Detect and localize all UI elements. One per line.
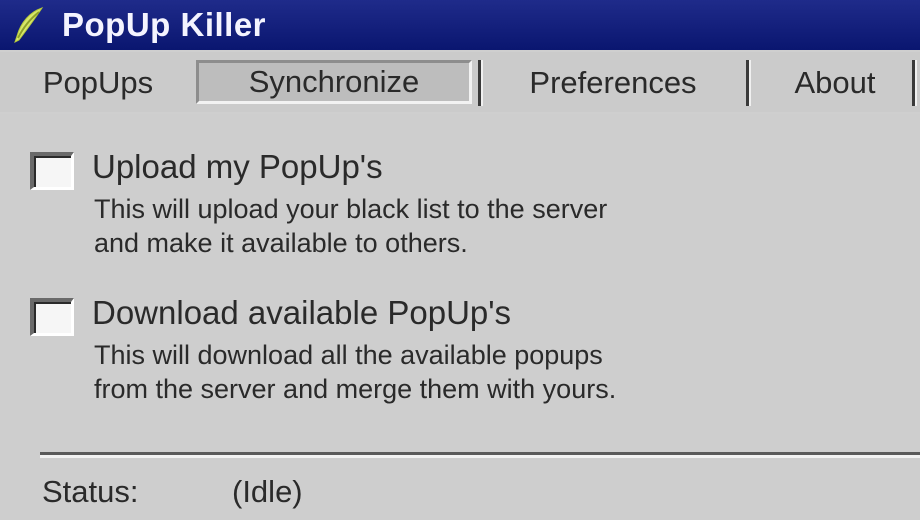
title-bar[interactable]: PopUp Killer xyxy=(0,0,920,50)
app-window: PopUp Killer PopUps Synchronize Preferen… xyxy=(0,0,920,520)
upload-option-label[interactable]: Upload my PopUp's xyxy=(92,148,383,186)
tab-separator xyxy=(478,60,481,106)
status-label: Status: xyxy=(42,474,139,509)
status-divider xyxy=(40,452,920,455)
upload-description-line-1: This will upload your black list to the … xyxy=(94,194,608,224)
tab-popups[interactable]: PopUps xyxy=(8,58,188,108)
window-title: PopUp Killer xyxy=(62,6,267,43)
tab-strip: PopUps Synchronize Preferences About xyxy=(0,52,920,112)
tab-separator xyxy=(746,60,749,106)
download-checkbox[interactable] xyxy=(30,298,74,336)
status-value: (Idle) xyxy=(232,474,303,509)
feather-pen-icon xyxy=(10,5,48,45)
synchronize-panel: Upload my PopUp's This will upload your … xyxy=(0,114,920,520)
tab-synchronize[interactable]: Synchronize xyxy=(196,60,472,104)
download-description-line-1: This will download all the available pop… xyxy=(94,340,603,370)
upload-checkbox[interactable] xyxy=(30,152,74,190)
download-description-line-2: from the server and merge them with your… xyxy=(94,374,617,404)
upload-description-line-2: and make it available to others. xyxy=(94,228,468,258)
tab-preferences[interactable]: Preferences xyxy=(486,58,740,108)
tab-separator xyxy=(912,60,915,106)
download-option-label[interactable]: Download available PopUp's xyxy=(92,294,511,332)
tab-about[interactable]: About xyxy=(760,58,910,108)
